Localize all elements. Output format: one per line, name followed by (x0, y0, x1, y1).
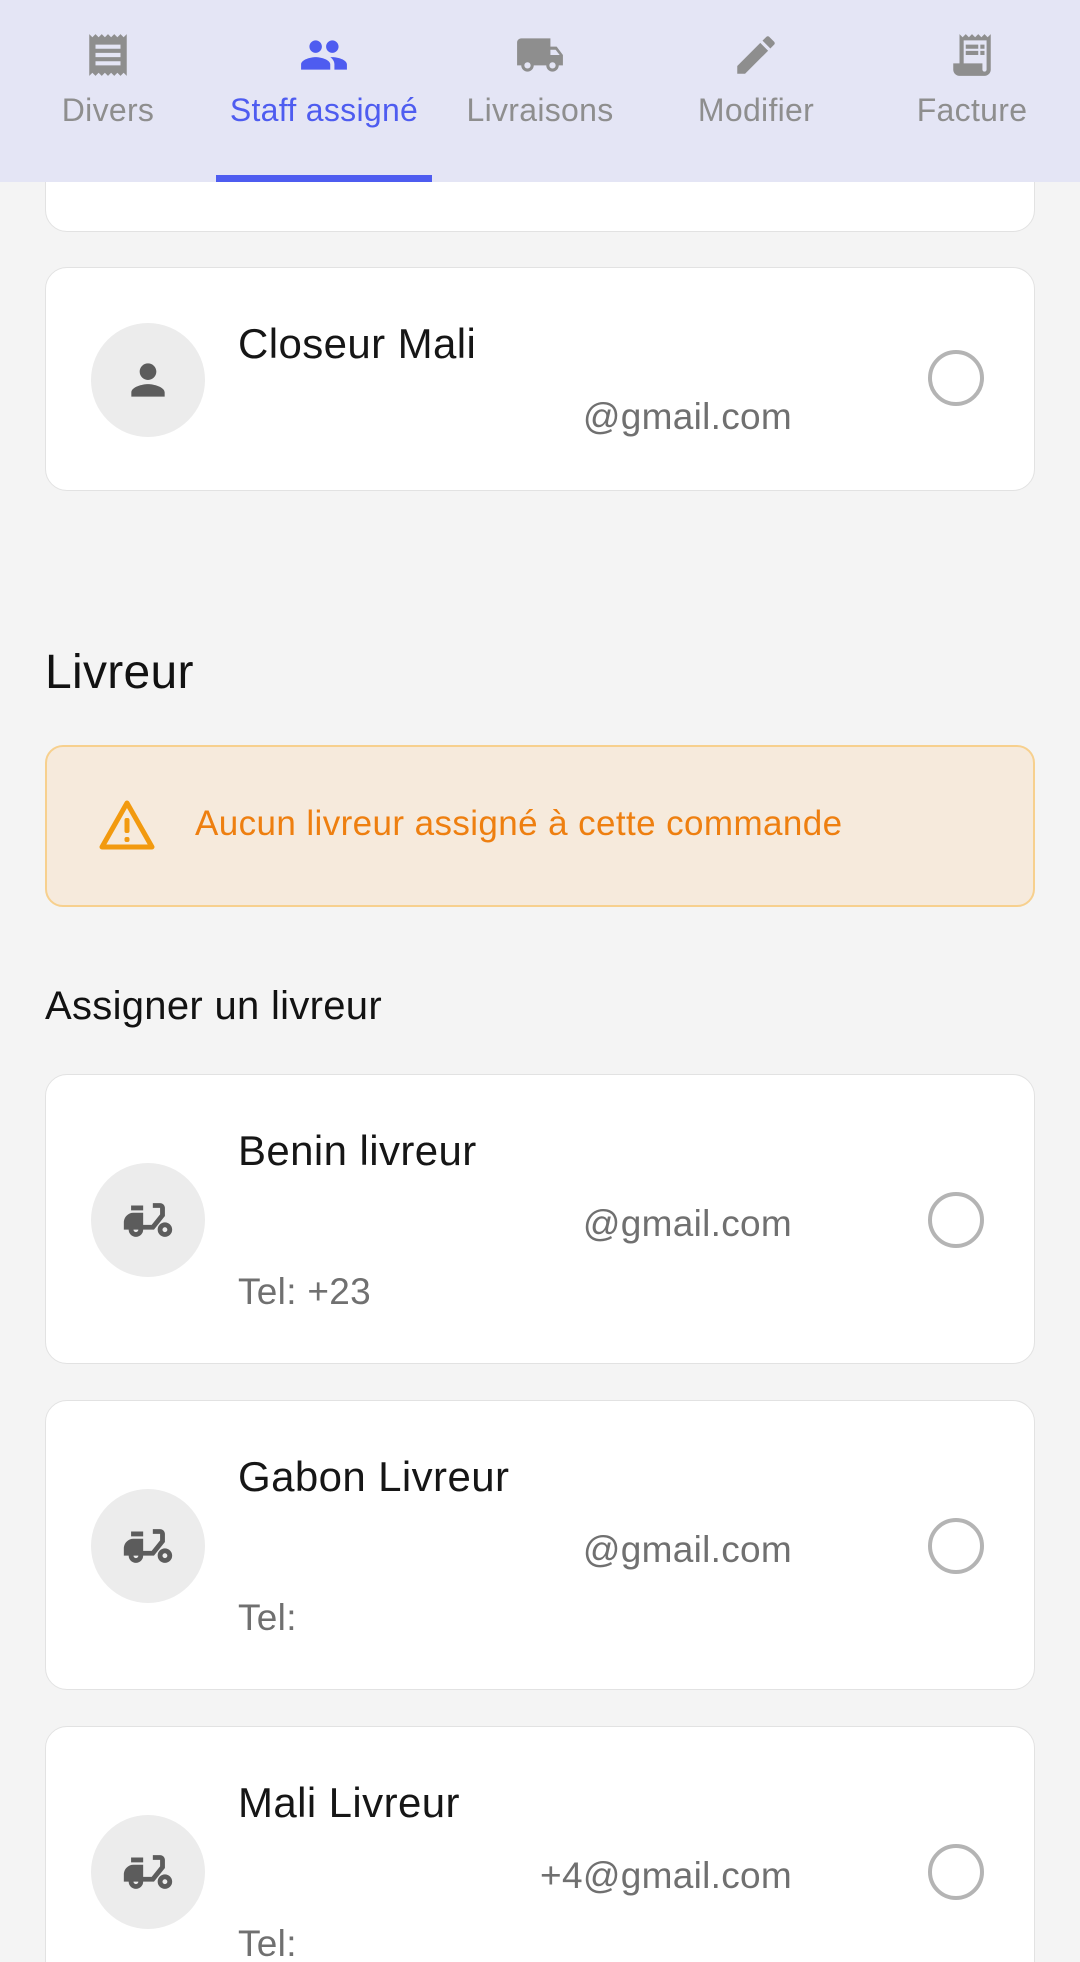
livreur-tel: Tel: (238, 1923, 297, 1962)
scooter-avatar (91, 1163, 205, 1277)
scooter-icon (123, 1855, 173, 1889)
truck-icon (517, 38, 563, 72)
person-icon (131, 363, 165, 397)
warning-icon (99, 800, 155, 850)
tab-label: Staff assigné (229, 92, 419, 128)
tab-modifier[interactable]: Modifier (648, 0, 864, 182)
closeur-email: @gmail.com (582, 396, 792, 437)
scooter-icon (123, 1203, 173, 1237)
tab-staff-assigne[interactable]: Staff assigné (216, 0, 432, 182)
closeur-radio[interactable] (928, 350, 984, 406)
livreur-card[interactable]: Benin livreur @gmail.com Tel: +23 (45, 1074, 1035, 1364)
tab-label: Modifier (697, 92, 815, 128)
closeur-name: Closeur Mali (238, 320, 477, 367)
pencil-icon (737, 36, 775, 74)
livreur-radio[interactable] (928, 1518, 984, 1574)
tab-label: Livraisons (466, 92, 614, 128)
livreur-email: @gmail.com (582, 1203, 792, 1244)
tab-facture[interactable]: Facture (864, 0, 1080, 182)
assign-livreur-heading: Assigner un livreur (45, 984, 382, 1028)
tab-label: Divers (61, 92, 155, 128)
livreur-name: Mali Livreur (238, 1779, 460, 1826)
livreur-tel: Tel: (238, 1597, 297, 1638)
livreur-name: Gabon Livreur (238, 1453, 510, 1500)
people-icon (301, 40, 347, 70)
no-livreur-alert: Aucun livreur assigné à cette commande (45, 745, 1035, 907)
tab-divers[interactable]: Divers (0, 0, 216, 182)
tab-livraisons[interactable]: Livraisons (432, 0, 648, 182)
livreur-radio[interactable] (928, 1192, 984, 1248)
staff-assigned-content: Closeur Mali @gmail.com Livreur Aucun li… (0, 0, 1080, 1962)
livreur-heading: Livreur (45, 646, 194, 699)
livreur-card[interactable]: Mali Livreur +4@gmail.com Tel: (45, 1726, 1035, 1962)
livreur-email: +4@gmail.com (540, 1855, 792, 1896)
scooter-avatar (91, 1489, 205, 1603)
livreur-card[interactable]: Gabon Livreur @gmail.com Tel: (45, 1400, 1035, 1690)
livreur-name: Benin livreur (238, 1127, 477, 1174)
tab-bar: Divers Staff assigné Livraisons Modifier… (0, 0, 1080, 182)
livreur-radio[interactable] (928, 1844, 984, 1900)
scooter-avatar (91, 1815, 205, 1929)
livreur-tel: Tel: +23 (238, 1271, 372, 1312)
invoice-icon (953, 34, 991, 76)
tab-label: Facture (916, 92, 1028, 128)
person-avatar (91, 323, 205, 437)
livreur-email: @gmail.com (582, 1529, 792, 1570)
scooter-icon (123, 1529, 173, 1563)
receipt-icon (89, 34, 127, 76)
no-livreur-alert-text: Aucun livreur assigné à cette commande (195, 804, 843, 843)
closeur-card[interactable]: Closeur Mali @gmail.com (45, 267, 1035, 491)
